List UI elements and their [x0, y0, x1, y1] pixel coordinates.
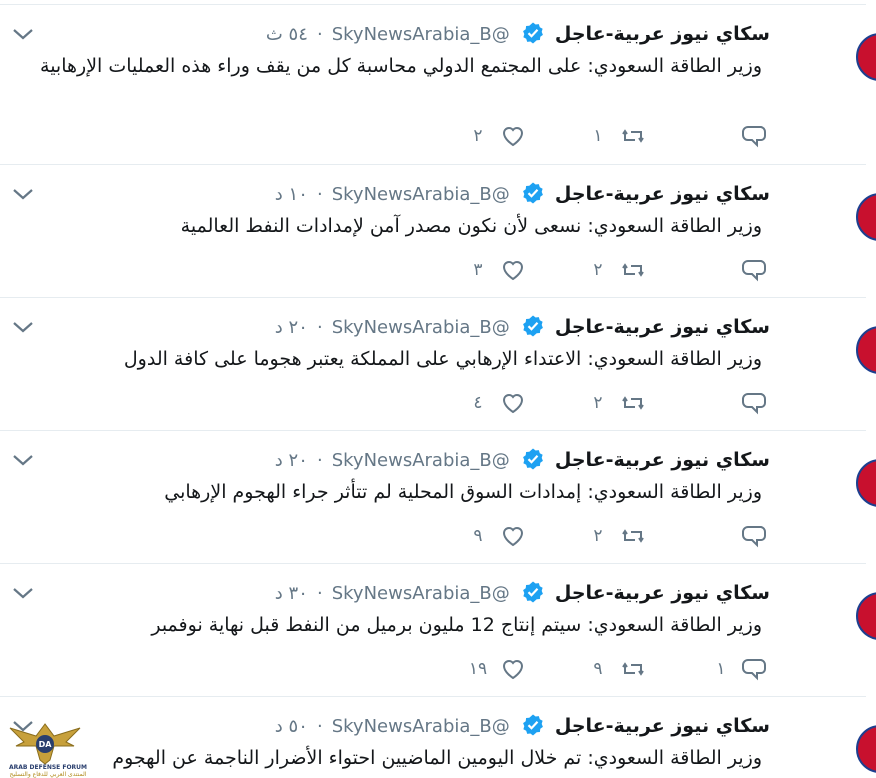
heart-icon[interactable] — [500, 257, 526, 283]
avatar[interactable] — [856, 33, 876, 81]
timestamp[interactable]: ٣٠ د — [275, 583, 308, 604]
tweet-text: وزير الطاقة السعودي: الاعتداء الإرهابي ع… — [123, 348, 762, 370]
author-handle[interactable]: @SkyNewsArabia_B — [332, 24, 510, 45]
author-handle[interactable]: @SkyNewsArabia_B — [332, 583, 510, 604]
author-name[interactable]: سكاي نيوز عربية-عاجل — [555, 449, 770, 471]
chevron-down-icon[interactable] — [12, 187, 34, 201]
like-count: ١٩ — [468, 659, 488, 679]
reply-icon[interactable] — [741, 390, 767, 416]
author-name[interactable]: سكاي نيوز عربية-عاجل — [555, 23, 770, 45]
retweet-count: ٢ — [593, 260, 603, 280]
verified-badge-icon — [522, 581, 543, 603]
avatar[interactable] — [856, 326, 876, 374]
like-count: ٩ — [473, 526, 483, 546]
chevron-down-icon[interactable] — [12, 27, 34, 41]
chevron-down-icon[interactable] — [12, 453, 34, 467]
tweet-actions: ٢ ٤ — [0, 390, 866, 420]
retweet-icon[interactable] — [620, 523, 646, 549]
tweet[interactable]: سكاي نيوز عربية-عاجل @SkyNewsArabia_B · … — [0, 5, 876, 165]
tweet-header: سكاي نيوز عربية-عاجل @SkyNewsArabia_B · … — [275, 314, 770, 341]
reply-icon[interactable] — [741, 523, 767, 549]
chevron-down-icon[interactable] — [12, 320, 34, 334]
author-handle[interactable]: @SkyNewsArabia_B — [332, 317, 510, 338]
author-name[interactable]: سكاي نيوز عربية-عاجل — [555, 183, 770, 205]
tweet-text: وزير الطاقة السعودي: على المجتمع الدولي … — [40, 55, 762, 77]
reply-icon[interactable] — [741, 656, 767, 682]
separator: · — [316, 184, 323, 205]
tweet[interactable]: سكاي نيوز عربية-عاجل @SkyNewsArabia_B · … — [0, 431, 876, 564]
heart-icon[interactable] — [500, 523, 526, 549]
verified-badge-icon — [522, 714, 543, 736]
tweet-header: سكاي نيوز عربية-عاجل @SkyNewsArabia_B · … — [275, 580, 770, 607]
timestamp[interactable]: ٢٠ د — [275, 450, 308, 471]
tweet-text: وزير الطاقة السعودي: نسعى لأن نكون مصدر … — [180, 215, 762, 237]
reply-count: ١ — [716, 659, 726, 679]
verified-badge-icon — [522, 182, 543, 204]
eagle-emblem-icon: DA — [9, 723, 81, 765]
separator: · — [316, 716, 323, 737]
like-count: ٤ — [473, 393, 483, 413]
separator: · — [316, 450, 323, 471]
retweet-icon[interactable] — [620, 257, 646, 283]
timestamp[interactable]: ٥٤ ث — [266, 24, 308, 45]
tweet-header: سكاي نيوز عربية-عاجل @SkyNewsArabia_B · … — [266, 21, 770, 48]
timestamp[interactable]: ٢٠ د — [275, 317, 308, 338]
retweet-count: ٢ — [593, 526, 603, 546]
chevron-down-icon[interactable] — [12, 586, 34, 600]
heart-icon[interactable] — [500, 123, 526, 149]
author-name[interactable]: سكاي نيوز عربية-عاجل — [555, 582, 770, 604]
author-handle[interactable]: @SkyNewsArabia_B — [332, 450, 510, 471]
timestamp[interactable]: ٥٠ د — [275, 716, 308, 737]
tweet-header: سكاي نيوز عربية-عاجل @SkyNewsArabia_B · … — [275, 713, 770, 740]
avatar-column — [871, 0, 876, 777]
retweet-count: ١ — [593, 126, 603, 146]
logo-caption: ARAB DEFENSE FORUM المنتدى العربي للدفاع… — [6, 764, 90, 778]
tweet[interactable]: سكاي نيوز عربية-عاجل @SkyNewsArabia_B · … — [0, 697, 876, 777]
retweet-icon[interactable] — [620, 656, 646, 682]
heart-icon[interactable] — [500, 390, 526, 416]
retweet-icon[interactable] — [620, 390, 646, 416]
verified-badge-icon — [522, 448, 543, 470]
logo-abbr: DA — [39, 740, 53, 749]
logo-name: ARAB DEFENSE FORUM — [8, 764, 88, 771]
tweet-actions: ٢ ٣ — [0, 257, 866, 287]
like-count: ٣ — [473, 260, 483, 280]
retweet-count: ٢ — [593, 393, 603, 413]
separator: · — [316, 583, 323, 604]
retweet-icon[interactable] — [620, 123, 646, 149]
tweet-actions: ١ ٢ — [0, 123, 866, 153]
author-name[interactable]: سكاي نيوز عربية-عاجل — [555, 715, 770, 737]
avatar[interactable] — [856, 592, 876, 640]
tweet-text: وزير الطاقة السعودي: سيتم إنتاج 12 مليون… — [151, 614, 762, 636]
author-handle[interactable]: @SkyNewsArabia_B — [332, 184, 510, 205]
tweet-text: وزير الطاقة السعودي: تم خلال اليومين الم… — [112, 747, 762, 769]
author-name[interactable]: سكاي نيوز عربية-عاجل — [555, 316, 770, 338]
watermark-logo: DA ARAB DEFENSE FORUM المنتدى العربي للد… — [6, 716, 87, 778]
avatar[interactable] — [856, 725, 876, 773]
verified-badge-icon — [522, 315, 543, 337]
reply-icon[interactable] — [741, 123, 767, 149]
tweet[interactable]: سكاي نيوز عربية-عاجل @SkyNewsArabia_B · … — [0, 165, 876, 298]
heart-icon[interactable] — [500, 656, 526, 682]
avatar[interactable] — [856, 459, 876, 507]
author-handle[interactable]: @SkyNewsArabia_B — [332, 716, 510, 737]
tweet[interactable]: سكاي نيوز عربية-عاجل @SkyNewsArabia_B · … — [0, 564, 876, 697]
separator: · — [316, 24, 323, 45]
reply-icon[interactable] — [741, 257, 767, 283]
tweet-header: سكاي نيوز عربية-عاجل @SkyNewsArabia_B · … — [275, 447, 770, 474]
tweet-text: وزير الطاقة السعودي: إمدادات السوق المحل… — [164, 481, 762, 503]
tweet[interactable]: سكاي نيوز عربية-عاجل @SkyNewsArabia_B · … — [0, 298, 876, 431]
separator: · — [316, 317, 323, 338]
avatar[interactable] — [856, 193, 876, 241]
like-count: ٢ — [473, 126, 483, 146]
timestamp[interactable]: ١٠ د — [275, 184, 308, 205]
retweet-count: ٩ — [593, 659, 603, 679]
verified-badge-icon — [522, 22, 543, 44]
tweet-actions: ١ ٩ ١٩ — [0, 656, 866, 686]
tweet-actions: ٢ ٩ — [0, 523, 866, 553]
tweet-header: سكاي نيوز عربية-عاجل @SkyNewsArabia_B · … — [275, 181, 770, 208]
